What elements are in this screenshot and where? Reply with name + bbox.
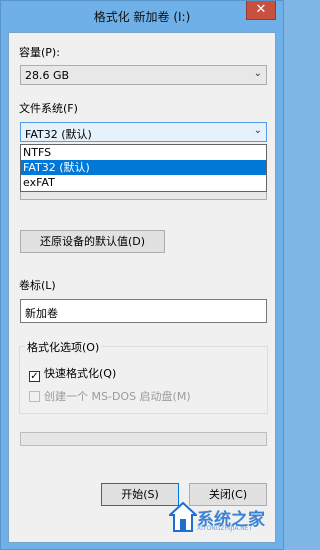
filesystem-value: FAT32 (默认) <box>25 128 92 141</box>
quick-format-option[interactable]: ✓ 快速格式化(Q) <box>29 365 116 382</box>
window-title: 格式化 新加卷 (I:) <box>93 10 191 24</box>
volume-label-label: 卷标(L) <box>19 279 56 292</box>
filesystem-select[interactable]: FAT32 (默认) ⌄ <box>20 122 267 142</box>
volume-label-input[interactable]: 新加卷 <box>20 299 267 323</box>
title-bar[interactable]: 格式化 新加卷 (I:) ✕ <box>1 1 283 31</box>
quick-format-label: 快速格式化(Q) <box>44 367 117 380</box>
capacity-value: 28.6 GB <box>25 69 70 82</box>
filesystem-option-exfat[interactable]: exFAT <box>21 175 266 190</box>
format-dialog: 格式化 新加卷 (I:) ✕ 容量(P): 28.6 GB ⌄ 文件系统(F) … <box>0 0 284 550</box>
restore-defaults-button[interactable]: 还原设备的默认值(D) <box>20 230 165 253</box>
filesystem-dropdown-list[interactable]: NTFS FAT32 (默认) exFAT <box>20 144 267 192</box>
format-options-title: 格式化选项(O) <box>25 339 102 355</box>
filesystem-option-ntfs[interactable]: NTFS <box>21 145 266 160</box>
site-watermark: 系统之家 XITONGZHIJIA.NET <box>169 497 279 537</box>
filesystem-option-fat32[interactable]: FAT32 (默认) <box>21 160 266 175</box>
format-progress-bar <box>20 432 267 446</box>
close-icon: ✕ <box>255 2 267 17</box>
house-logo-icon <box>169 501 197 532</box>
filesystem-label: 文件系统(F) <box>19 102 78 115</box>
quick-format-checkbox[interactable]: ✓ <box>29 371 40 382</box>
msdos-boot-option: 创建一个 MS-DOS 启动盘(M) <box>29 388 191 404</box>
msdos-boot-checkbox <box>29 391 40 402</box>
start-button[interactable]: 开始(S) <box>101 483 179 506</box>
volume-label-value: 新加卷 <box>25 307 58 320</box>
msdos-boot-label: 创建一个 MS-DOS 启动盘(M) <box>44 390 191 403</box>
chevron-down-icon: ⌄ <box>253 68 262 79</box>
chevron-down-icon: ⌄ <box>253 125 262 136</box>
window-close-button[interactable]: ✕ <box>246 1 276 20</box>
capacity-label: 容量(P): <box>19 46 60 59</box>
dialog-body: 容量(P): 28.6 GB ⌄ 文件系统(F) FAT32 (默认) ⌄ NT… <box>8 32 276 543</box>
watermark-subtext: XITONGZHIJIA.NET <box>197 525 253 532</box>
capacity-select[interactable]: 28.6 GB ⌄ <box>20 65 267 85</box>
